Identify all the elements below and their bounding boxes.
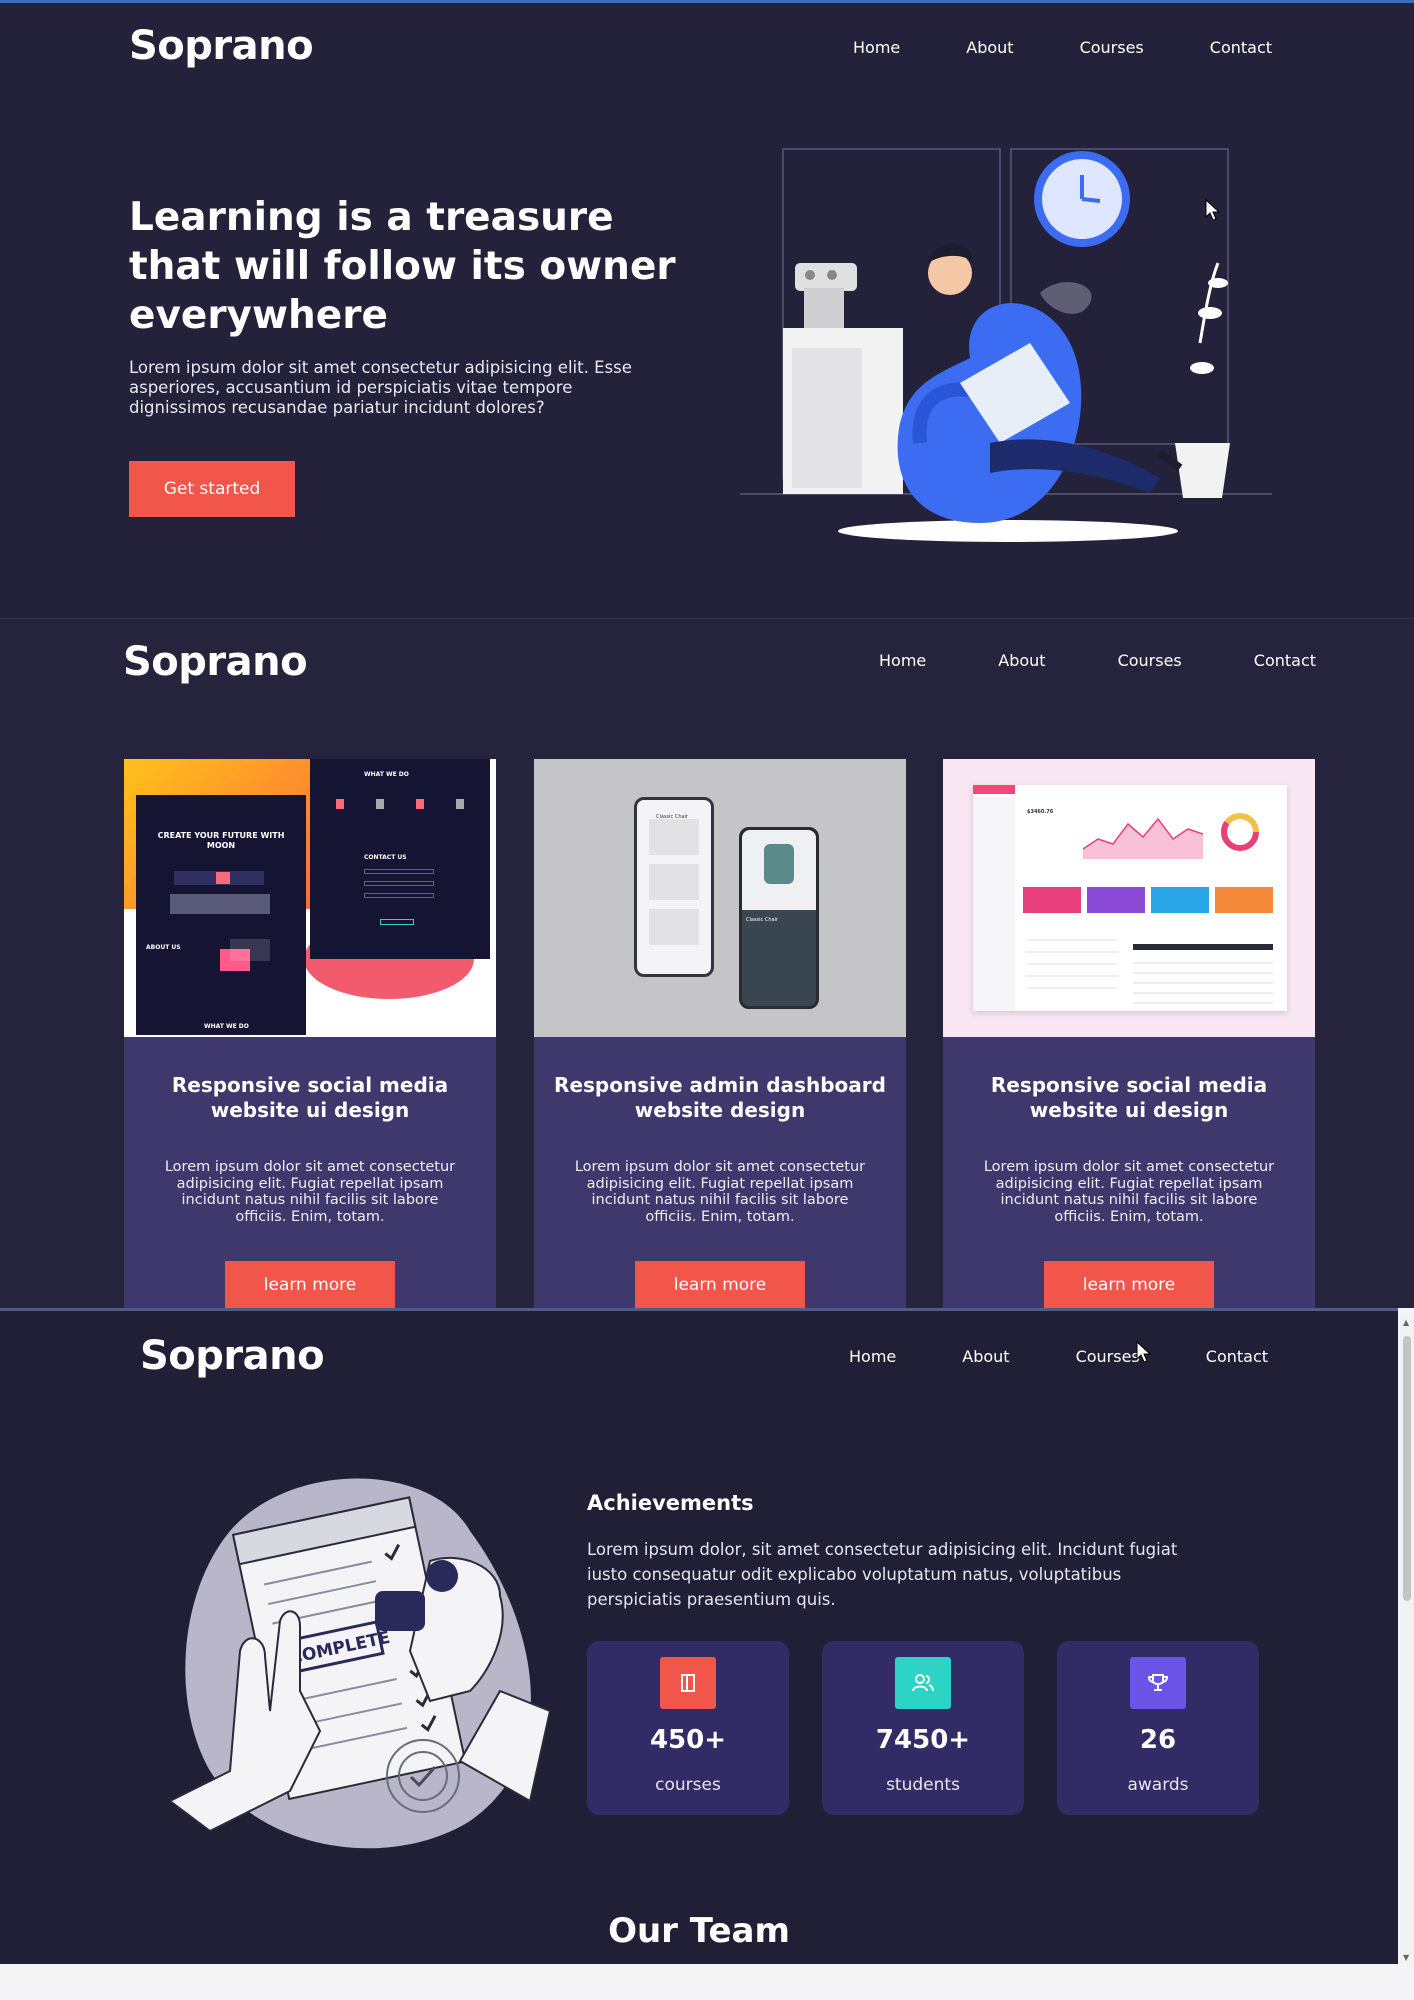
stat-value: 26 — [1139, 1725, 1177, 1755]
page-scrollbar[interactable]: ▲ ▼ — [1400, 1316, 1414, 1964]
hero-description: Lorem ipsum dolor sit amet consectetur a… — [129, 358, 632, 417]
achievements-text: Lorem ipsum dolor, sit amet consectetur … — [587, 1540, 1178, 1609]
mock-contact: CONTACT US — [364, 854, 407, 861]
nav-about[interactable]: About — [962, 1347, 1009, 1366]
book-icon — [660, 1657, 716, 1709]
nav-courses[interactable]: Courses — [1118, 651, 1182, 670]
hero-title: Learning is a treasure that will follow … — [129, 195, 676, 338]
nav-home[interactable]: Home — [853, 38, 900, 57]
learn-more-button[interactable]: learn more — [1044, 1261, 1214, 1308]
stat-card-awards: 26 awards — [1057, 1641, 1259, 1815]
get-started-button[interactable]: Get started — [129, 461, 295, 517]
card-title: Responsive social media website ui desig… — [171, 1073, 449, 1122]
mock-value: $3460.76 — [1027, 809, 1054, 815]
main-nav: Home About Courses Contact — [853, 38, 1272, 57]
brand-logo[interactable]: Soprano — [129, 23, 314, 69]
card-text: Lorem ipsum dolor sit amet consectetur a… — [164, 1159, 456, 1225]
card-title: Responsive admin dashboard website desig… — [554, 1073, 886, 1122]
stat-value: 7450+ — [875, 1725, 971, 1755]
mouse-cursor-icon — [1136, 1341, 1152, 1363]
stat-value: 450+ — [649, 1725, 727, 1755]
stat-label: awards — [1127, 1775, 1189, 1795]
nav-home[interactable]: Home — [849, 1347, 896, 1366]
mock-what-bottom: WHAT WE DO — [204, 1023, 249, 1030]
relaxing-person-illustration — [740, 148, 1272, 542]
nav-contact[interactable]: Contact — [1206, 1347, 1268, 1366]
nav-home[interactable]: Home — [879, 651, 926, 670]
card-title: Responsive social media website ui desig… — [990, 1073, 1268, 1122]
card-thumbnail: $3460.76 — [943, 759, 1315, 1037]
scroll-down-icon[interactable]: ▼ — [1403, 1953, 1409, 1962]
users-icon — [895, 1657, 951, 1709]
scroll-up-icon[interactable]: ▲ — [1403, 1318, 1409, 1327]
mock-what-top: WHAT WE DO — [364, 771, 409, 778]
checklist-illustration: COMPLETE — [170, 1478, 552, 1849]
stat-card-courses: 450+ courses — [587, 1641, 789, 1815]
nav-courses[interactable]: Courses — [1076, 1347, 1140, 1366]
hero-section: Soprano Home About Courses Contact Learn… — [0, 0, 1414, 618]
stat-label: students — [886, 1775, 960, 1795]
card-text: Lorem ipsum dolor sit amet consectetur a… — [983, 1159, 1275, 1225]
card-thumbnail: Classic Chair Classic Chair — [534, 759, 906, 1037]
main-nav: Home About Courses Contact — [879, 651, 1316, 670]
brand-logo[interactable]: Soprano — [140, 1333, 325, 1379]
our-team-title: Our Team — [608, 1911, 790, 1951]
nav-about[interactable]: About — [998, 651, 1045, 670]
brand-logo[interactable]: Soprano — [123, 639, 308, 685]
mock-item-2: Classic Chair — [746, 917, 779, 923]
nav-contact[interactable]: Contact — [1254, 651, 1316, 670]
stat-label: courses — [655, 1775, 721, 1795]
trophy-icon — [1130, 1657, 1186, 1709]
mouse-cursor-icon — [1205, 199, 1221, 221]
main-nav: Home About Courses Contact — [849, 1347, 1268, 1366]
stat-card-students: 7450+ students — [822, 1641, 1024, 1815]
mock-headline: CREATE YOUR FUTURE WITH MOON — [157, 831, 285, 850]
course-card: CREATE YOUR FUTURE WITH MOON ABOUT US WH… — [124, 759, 496, 1308]
nav-contact[interactable]: Contact — [1210, 38, 1272, 57]
course-card: Classic Chair Classic Chair Responsive a… — [534, 759, 906, 1308]
learn-more-button[interactable]: learn more — [635, 1261, 805, 1308]
card-thumbnail: CREATE YOUR FUTURE WITH MOON ABOUT US WH… — [124, 759, 496, 1037]
achievements-title: Achievements — [587, 1491, 754, 1515]
learn-more-button[interactable]: learn more — [225, 1261, 395, 1308]
nav-about[interactable]: About — [966, 38, 1013, 57]
scrollbar-thumb[interactable] — [1403, 1336, 1411, 1601]
card-text: Lorem ipsum dolor sit amet consectetur a… — [574, 1159, 866, 1225]
mock-about: ABOUT US — [146, 944, 181, 951]
mock-item-1: Classic Chair — [656, 814, 689, 820]
courses-section: Soprano Home About Courses Contact CREAT… — [0, 618, 1414, 1308]
achievements-section: Soprano Home About Courses Contact COMPL… — [0, 1308, 1398, 1964]
course-card: $3460.76 Responsive social media website… — [943, 759, 1315, 1308]
nav-courses[interactable]: Courses — [1080, 38, 1144, 57]
